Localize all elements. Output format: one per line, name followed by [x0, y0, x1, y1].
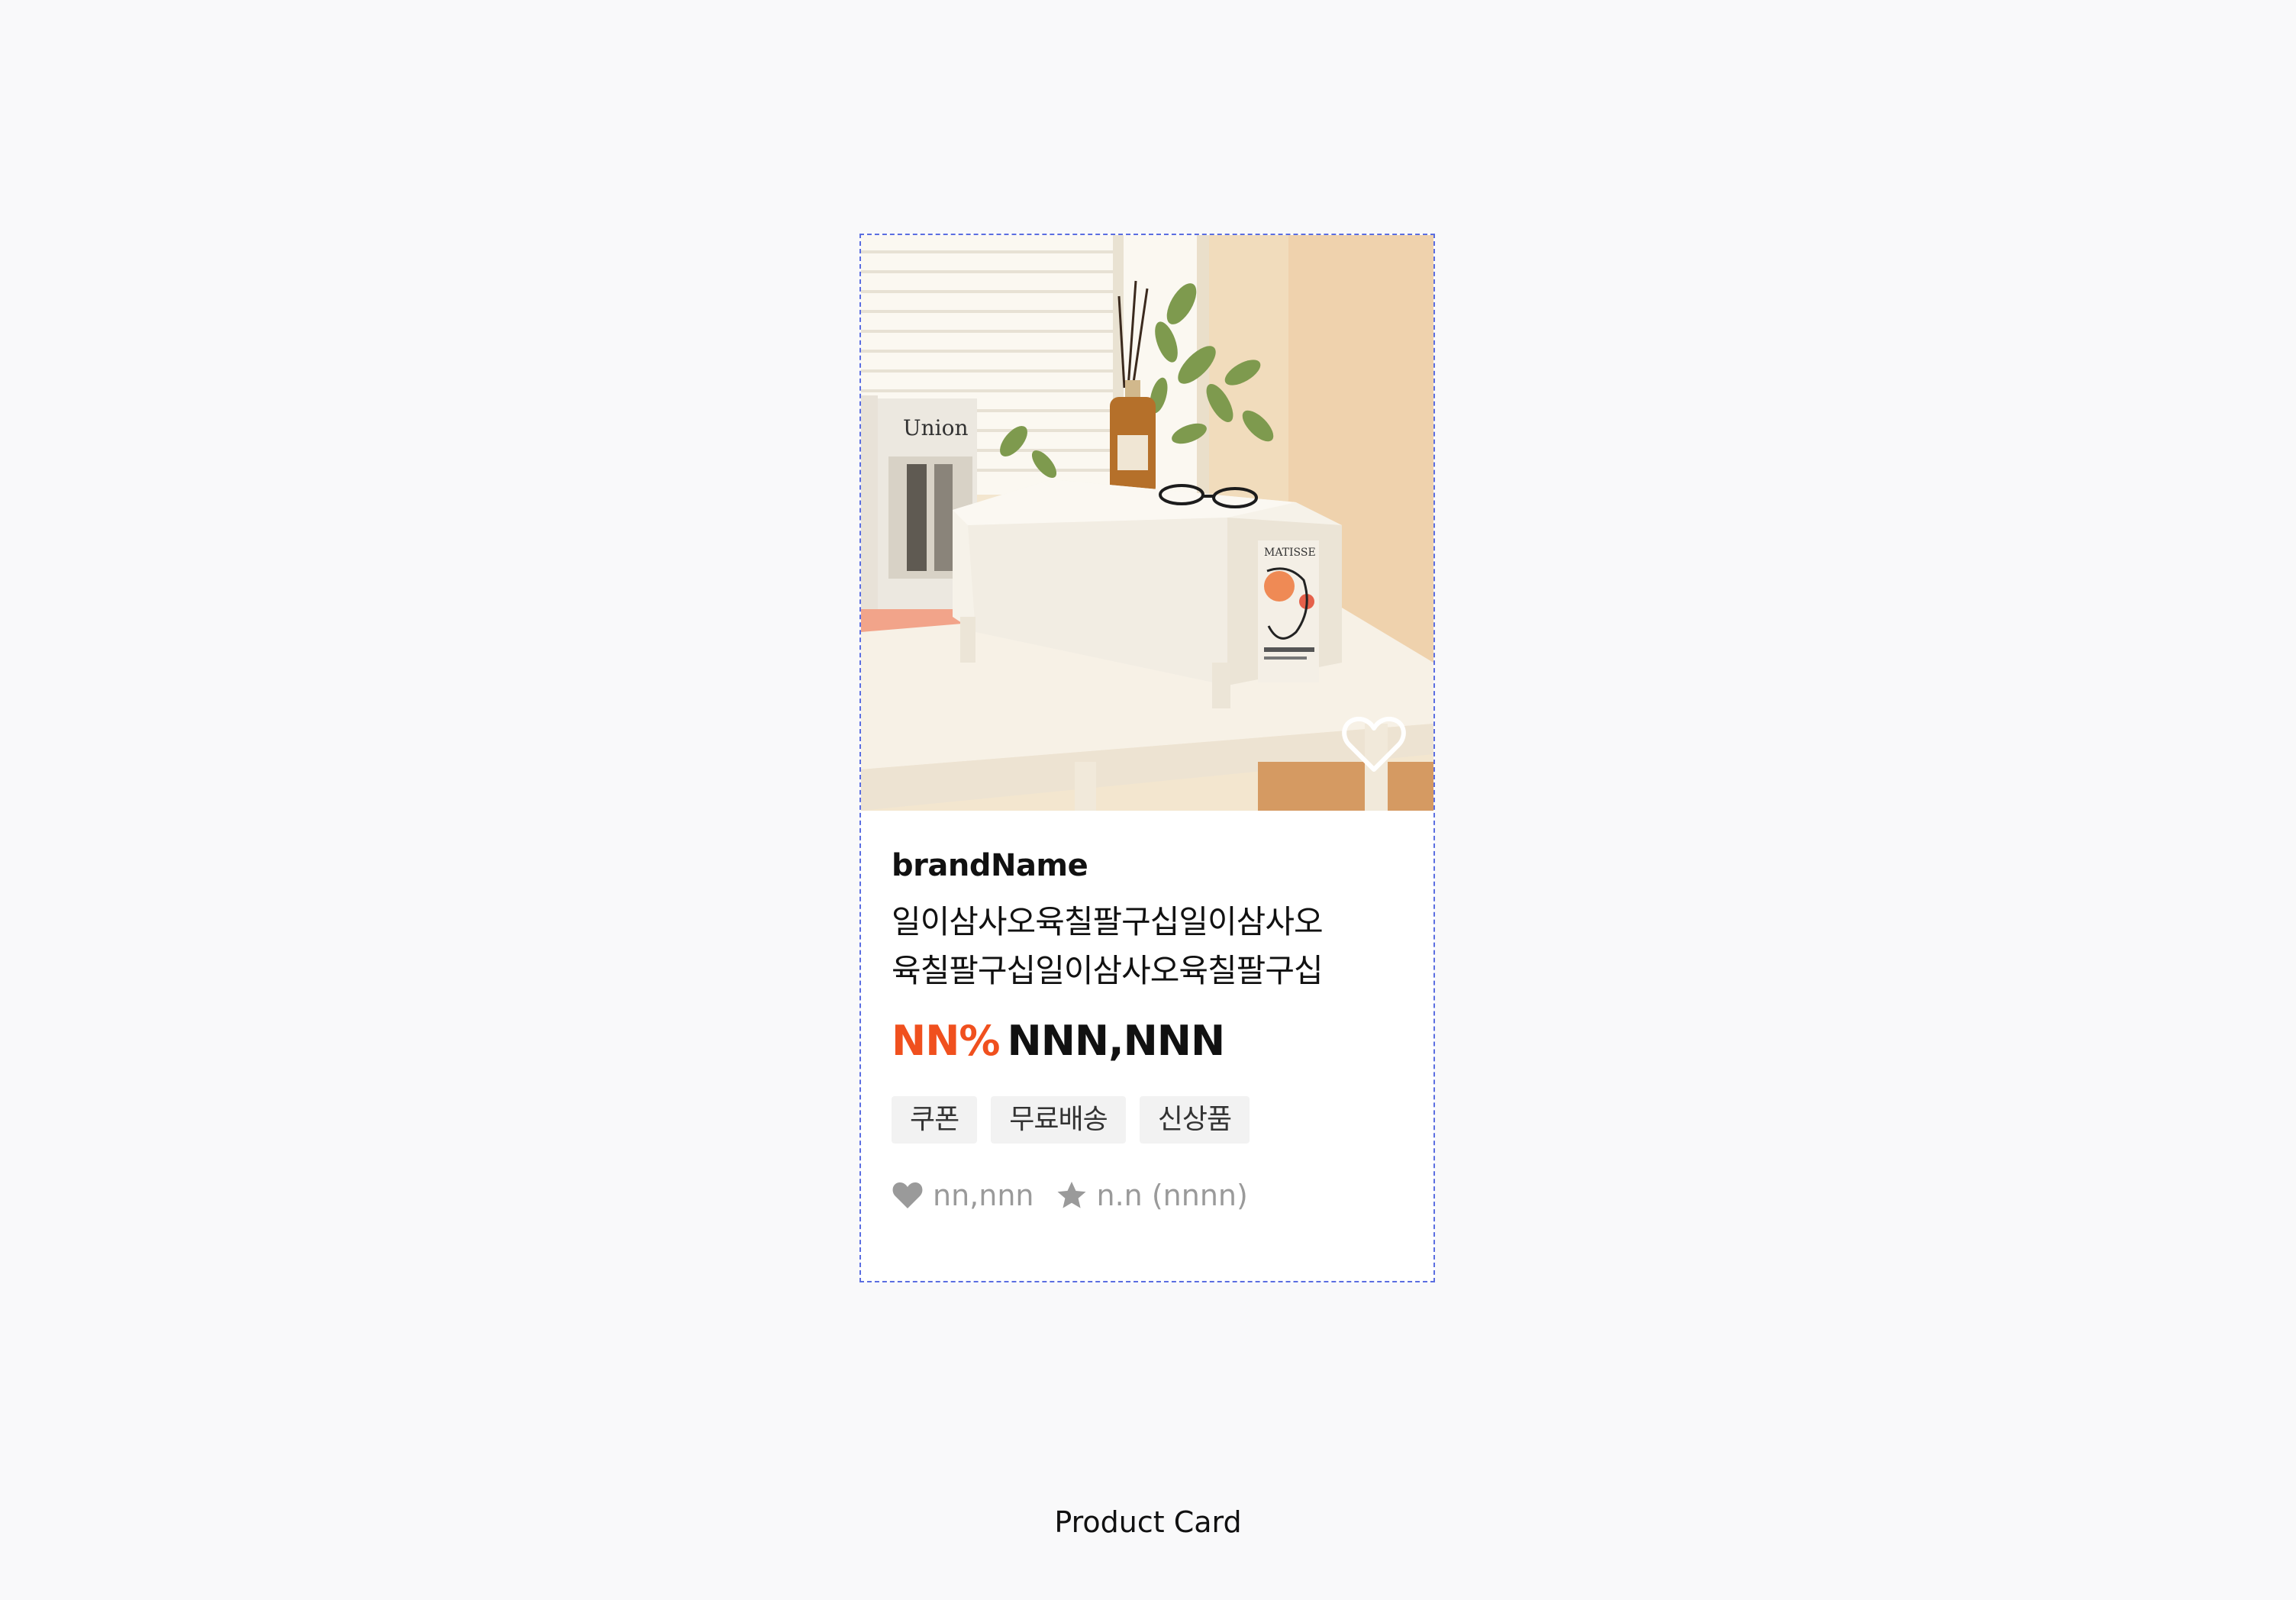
heart-outline-icon — [1342, 716, 1406, 772]
wishlist-button[interactable] — [1342, 715, 1406, 774]
product-image[interactable]: Union MATISSE — [861, 235, 1433, 811]
rating-value: n.n (nnnn) — [1096, 1179, 1248, 1212]
badge-coupon: 쿠폰 — [892, 1096, 978, 1144]
like-count: nn,nnn — [933, 1179, 1034, 1212]
badge-free-shipping: 무료배송 — [991, 1096, 1126, 1144]
badge-new: 신상품 — [1139, 1096, 1250, 1144]
sale-price: NNN,NNN — [1007, 1017, 1226, 1065]
brand-name[interactable]: brandName — [892, 846, 1403, 885]
component-caption: Product Card — [1054, 1505, 1242, 1539]
product-stats: nn,nnn n.n (nnnn) — [892, 1177, 1403, 1214]
discount-rate: NN% — [892, 1017, 1000, 1065]
badge-list: 쿠폰 무료배송 신상품 — [892, 1096, 1403, 1144]
product-card[interactable]: Union MATISSE brandName 일이삼사오육칠팔구십일이삼사오육… — [859, 234, 1435, 1282]
product-info: brandName 일이삼사오육칠팔구십일이삼사오육칠팔구십일이삼사오육칠팔구십… — [892, 846, 1403, 1214]
heart-filled-icon — [892, 1180, 924, 1211]
price-row: NN% NNN,NNN — [892, 1017, 1403, 1066]
poster-text: MATISSE — [1264, 547, 1316, 559]
product-title[interactable]: 일이삼사오육칠팔구십일이삼사오육칠팔구십일이삼사오육칠팔구십 — [892, 898, 1350, 995]
star-icon — [1056, 1180, 1088, 1211]
book-cover-text: Union — [903, 415, 968, 440]
rating-group: n.n (nnnn) — [1056, 1177, 1248, 1214]
